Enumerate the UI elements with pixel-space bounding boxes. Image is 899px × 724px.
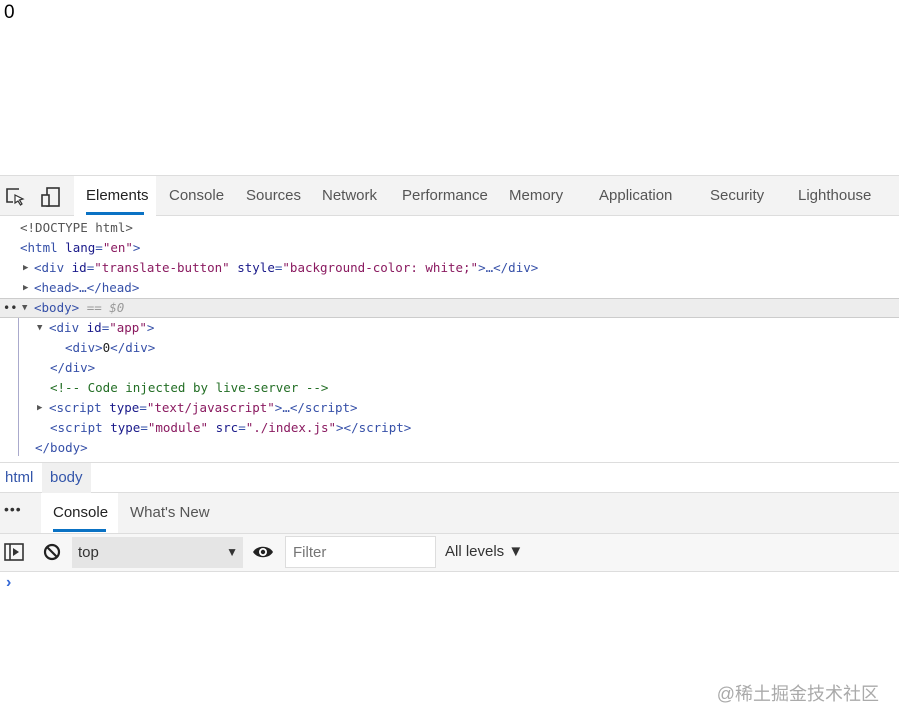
dom-body-close[interactable]: </body>	[35, 438, 88, 458]
attr-value: "translate-button"	[94, 260, 230, 275]
tag: <script	[49, 400, 102, 415]
dropdown-arrow-icon: ▼	[226, 545, 238, 559]
tag: <body>	[34, 300, 80, 315]
drawer-tab-whats-new[interactable]: What's New	[130, 493, 210, 533]
dom-script-2[interactable]: <script type="module" src="./index.js"><…	[50, 418, 411, 438]
devtools-toolbar: Elements Console Sources Network Perform…	[0, 175, 899, 216]
tag: <html	[20, 240, 58, 255]
tag: <div	[34, 260, 65, 275]
tab-security[interactable]: Security	[710, 176, 764, 216]
tab-network[interactable]: Network	[322, 176, 377, 216]
dom-html[interactable]: <html lang="en">	[20, 238, 140, 258]
tag: ></script>	[336, 420, 412, 435]
device-toggle-icon[interactable]	[41, 186, 61, 208]
tab-elements[interactable]: Elements	[74, 176, 156, 216]
tag: <div>	[65, 340, 103, 355]
attr-value: "background-color: white;"	[282, 260, 479, 275]
tag: </div>	[110, 340, 156, 355]
dom-doctype[interactable]: <!DOCTYPE html>	[20, 218, 133, 238]
attr-name: type	[110, 420, 141, 435]
indent-guide	[18, 318, 19, 456]
page-content: 0	[4, 2, 15, 23]
expand-triangle-icon[interactable]: ▶	[23, 263, 28, 273]
log-levels-select[interactable]: All levels ▼	[445, 534, 523, 570]
expand-triangle-icon[interactable]: ▶	[23, 283, 28, 293]
dom-div-app[interactable]: <div id="app">	[49, 318, 154, 338]
collapse-triangle-icon[interactable]: ▼	[22, 303, 27, 313]
attr-name: src	[215, 420, 239, 435]
dom-div-close[interactable]: </div>	[50, 358, 95, 378]
inspect-element-icon[interactable]	[5, 187, 25, 207]
dom-inner-div[interactable]: <div>0</div>	[65, 338, 155, 358]
tag: <div	[49, 320, 80, 335]
tab-lighthouse[interactable]: Lighthouse	[798, 176, 871, 216]
attr-value: "./index.js"	[245, 420, 337, 435]
tag: <script	[50, 420, 103, 435]
tag: >…</div>	[478, 260, 539, 275]
tab-application[interactable]: Application	[599, 176, 672, 216]
attr-name: id	[71, 260, 87, 275]
breadcrumb-body[interactable]: body	[42, 463, 91, 493]
drawer-tab-console[interactable]: Console	[41, 493, 118, 533]
dom-div-translate[interactable]: <div id="translate-button" style="backgr…	[34, 258, 538, 278]
drawer-tabbar: ••• Console What's New	[0, 493, 899, 534]
expand-triangle-icon[interactable]: ▶	[37, 403, 42, 413]
attr-value: "en"	[102, 240, 133, 255]
dom-head[interactable]: <head>…</head>	[34, 278, 139, 298]
console-toolbar: top ▼ All levels ▼	[0, 534, 899, 572]
breadcrumb-html[interactable]: html	[0, 463, 38, 493]
context-value: top	[78, 544, 99, 561]
dom-comment[interactable]: <!-- Code injected by live-server -->	[50, 378, 328, 398]
collapse-triangle-icon[interactable]: ▼	[37, 323, 42, 333]
tag: >…</script>	[274, 400, 358, 415]
attr-name: type	[109, 400, 140, 415]
dom-body[interactable]: <body> == $0	[34, 298, 124, 318]
watermark: @稀土掘金技术社区	[716, 684, 879, 704]
console-prompt-icon[interactable]: ›	[6, 574, 11, 592]
selected-node-highlight	[0, 298, 899, 318]
more-tools-icon[interactable]: •••	[4, 501, 22, 517]
attr-name: id	[86, 320, 102, 335]
tab-memory[interactable]: Memory	[509, 176, 563, 216]
clear-console-icon[interactable]	[43, 543, 61, 561]
tab-console[interactable]: Console	[169, 176, 224, 216]
selected-marker: == $0	[86, 300, 125, 315]
attr-value: "app"	[109, 320, 147, 335]
attr-value: "text/javascript"	[146, 400, 275, 415]
tab-performance[interactable]: Performance	[402, 176, 488, 216]
attr-value: "module"	[147, 420, 209, 435]
attr-name: style	[237, 260, 275, 275]
breadcrumb: html body	[0, 462, 899, 493]
more-dots-icon[interactable]: ••	[3, 298, 17, 318]
show-sidebar-icon[interactable]	[4, 543, 24, 561]
eye-icon[interactable]	[252, 544, 274, 560]
dom-script-1[interactable]: <script type="text/javascript">…</script…	[49, 398, 358, 418]
context-select[interactable]: top ▼	[72, 537, 243, 568]
filter-input[interactable]	[285, 536, 436, 568]
tab-sources[interactable]: Sources	[246, 176, 301, 216]
attr-name: lang	[65, 240, 96, 255]
